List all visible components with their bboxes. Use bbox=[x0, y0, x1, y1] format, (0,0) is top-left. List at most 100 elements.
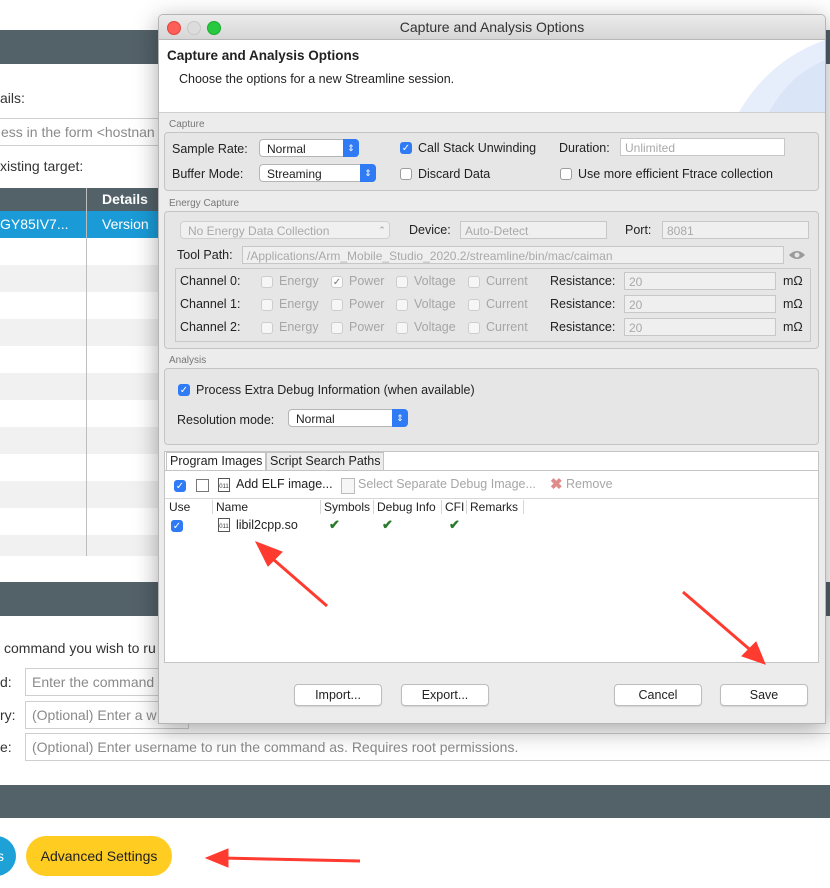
buffer-mode-value: Streaming bbox=[267, 167, 322, 181]
energy-source-select[interactable]: No Energy Data Collection ⌃ bbox=[180, 221, 390, 239]
debug-info-check-icon: ✔ bbox=[382, 517, 393, 532]
energy-group: No Energy Data Collection ⌃ Device: Auto-… bbox=[164, 211, 819, 349]
table-row[interactable] bbox=[0, 319, 160, 346]
dialog-header: Capture and Analysis Options Choose the … bbox=[159, 40, 825, 113]
details-column-header: Details bbox=[102, 191, 148, 207]
resolution-mode-select[interactable]: Normal ⇕ bbox=[288, 409, 408, 427]
duration-input[interactable]: Unlimited bbox=[620, 138, 785, 156]
energy-group-label: Energy Capture bbox=[169, 198, 240, 209]
channel-1-power-checkbox[interactable] bbox=[331, 299, 343, 311]
eye-icon[interactable] bbox=[788, 249, 806, 261]
export-button[interactable]: Export... bbox=[401, 684, 489, 706]
channel-1-energy-label: Energy bbox=[279, 297, 319, 311]
device-input[interactable]: Auto-Detect bbox=[460, 221, 607, 239]
col-remarks[interactable]: Remarks bbox=[470, 500, 524, 514]
port-label: Port: bbox=[625, 223, 652, 237]
channel-0-power-checkbox[interactable]: ✓ bbox=[331, 276, 343, 288]
deselect-all-icon[interactable] bbox=[196, 479, 209, 492]
username-input[interactable]: (Optional) Enter username to run the com… bbox=[25, 733, 830, 761]
channel-0-current-checkbox[interactable] bbox=[468, 276, 480, 288]
channel-1-resistance-label: Resistance: bbox=[550, 297, 616, 311]
channel-2-current-checkbox[interactable] bbox=[468, 322, 480, 334]
duration-label: Duration: bbox=[559, 141, 610, 155]
dialog-window-title: Capture and Analysis Options bbox=[399, 19, 585, 35]
channel-2-energy-checkbox[interactable] bbox=[261, 322, 273, 334]
process-debug-checkbox[interactable]: ✓ bbox=[178, 384, 190, 396]
table-row[interactable] bbox=[0, 238, 160, 265]
close-icon[interactable] bbox=[167, 21, 181, 35]
select-all-checkbox[interactable]: ✓ bbox=[174, 480, 186, 492]
debug-image-icon bbox=[341, 478, 355, 494]
channel-0-voltage-checkbox[interactable] bbox=[396, 276, 408, 288]
channel-1-voltage-label: Voltage bbox=[414, 297, 456, 311]
col-debug-info[interactable]: Debug Info bbox=[377, 500, 442, 514]
channel-0-resistance-label: Resistance: bbox=[550, 274, 616, 288]
energy-source-value: No Energy Data Collection bbox=[188, 224, 330, 238]
col-cfi[interactable]: CFI bbox=[445, 500, 467, 514]
add-elf-icon[interactable]: 011 bbox=[218, 478, 230, 492]
sample-rate-select[interactable]: Normal ⇕ bbox=[259, 139, 359, 157]
channel-0-power-label: Power bbox=[349, 274, 385, 288]
existing-target-label: xisting target: bbox=[0, 158, 84, 174]
port-input[interactable]: 8081 bbox=[662, 221, 809, 239]
left-button[interactable]: s bbox=[0, 836, 16, 876]
channel-2-voltage-checkbox[interactable] bbox=[396, 322, 408, 334]
channel-0-resistance-input[interactable]: 20 bbox=[624, 272, 776, 290]
zoom-icon[interactable] bbox=[207, 21, 221, 35]
call-stack-checkbox[interactable]: ✓ bbox=[400, 142, 412, 154]
tabs-divider bbox=[165, 470, 818, 471]
table-row[interactable] bbox=[0, 427, 160, 454]
toolbar-divider bbox=[165, 498, 818, 499]
capture-group: Sample Rate: Normal ⇕ ✓ Call Stack Unwind… bbox=[164, 132, 819, 191]
username-label: e: bbox=[0, 739, 12, 755]
use-checkbox[interactable]: ✓ bbox=[171, 520, 183, 532]
table-row[interactable] bbox=[0, 400, 160, 427]
channel-1-voltage-checkbox[interactable] bbox=[396, 299, 408, 311]
table-row[interactable]: ✓ 011 libil2cpp.so ✔ ✔ ✔ bbox=[165, 516, 818, 536]
table-row[interactable] bbox=[0, 535, 160, 556]
host-input[interactable]: ess in the form <hostnan bbox=[0, 118, 178, 146]
col-symbols[interactable]: Symbols bbox=[324, 500, 374, 514]
remove-button[interactable]: Remove bbox=[566, 477, 613, 491]
arrowhead-icon bbox=[204, 848, 229, 868]
channel-0-voltage-label: Voltage bbox=[414, 274, 456, 288]
channel-2-resistance-label: Resistance: bbox=[550, 320, 616, 334]
footer-bar bbox=[0, 785, 830, 818]
channel-1-energy-checkbox[interactable] bbox=[261, 299, 273, 311]
column-divider bbox=[86, 188, 87, 556]
import-button[interactable]: Import... bbox=[294, 684, 382, 706]
table-row[interactable] bbox=[0, 454, 160, 481]
add-elf-button[interactable]: Add ELF image... bbox=[236, 477, 333, 491]
select-debug-image-button[interactable]: Select Separate Debug Image... bbox=[358, 477, 536, 491]
channel-1-resistance-input[interactable]: 20 bbox=[624, 295, 776, 313]
discard-data-checkbox[interactable] bbox=[400, 168, 412, 180]
table-row-selected[interactable]: GY85IV7... Version bbox=[0, 211, 160, 238]
tab-script-search-paths[interactable]: Script Search Paths bbox=[266, 452, 385, 470]
channel-2-resistance-input[interactable]: 20 bbox=[624, 318, 776, 336]
table-row[interactable] bbox=[0, 265, 160, 292]
table-row[interactable] bbox=[0, 292, 160, 319]
save-button[interactable]: Save bbox=[720, 684, 808, 706]
channel-1-current-checkbox[interactable] bbox=[468, 299, 480, 311]
col-use[interactable]: Use bbox=[169, 500, 213, 514]
sample-rate-label: Sample Rate: bbox=[172, 142, 248, 156]
table-row[interactable] bbox=[0, 481, 160, 508]
capture-group-label: Capture bbox=[169, 119, 205, 130]
tab-program-images[interactable]: Program Images bbox=[166, 452, 267, 470]
advanced-settings-button[interactable]: Advanced Settings bbox=[26, 836, 172, 876]
table-row[interactable] bbox=[0, 346, 160, 373]
channel-2-power-checkbox[interactable] bbox=[331, 322, 343, 334]
table-row[interactable] bbox=[0, 508, 160, 535]
channel-2-power-label: Power bbox=[349, 320, 385, 334]
cancel-button[interactable]: Cancel bbox=[614, 684, 702, 706]
ftrace-checkbox[interactable] bbox=[560, 168, 572, 180]
col-name[interactable]: Name bbox=[216, 500, 321, 514]
buffer-mode-select[interactable]: Streaming ⇕ bbox=[259, 164, 376, 182]
analysis-group-label: Analysis bbox=[169, 355, 207, 366]
minimize-icon[interactable] bbox=[187, 21, 201, 35]
elf-file-icon: 011 bbox=[218, 518, 230, 532]
channel-0-energy-checkbox[interactable] bbox=[261, 276, 273, 288]
channel-0-unit: mΩ bbox=[783, 274, 803, 288]
tool-path-input[interactable]: /Applications/Arm_Mobile_Studio_2020.2/s… bbox=[242, 246, 784, 264]
table-row[interactable] bbox=[0, 373, 160, 400]
